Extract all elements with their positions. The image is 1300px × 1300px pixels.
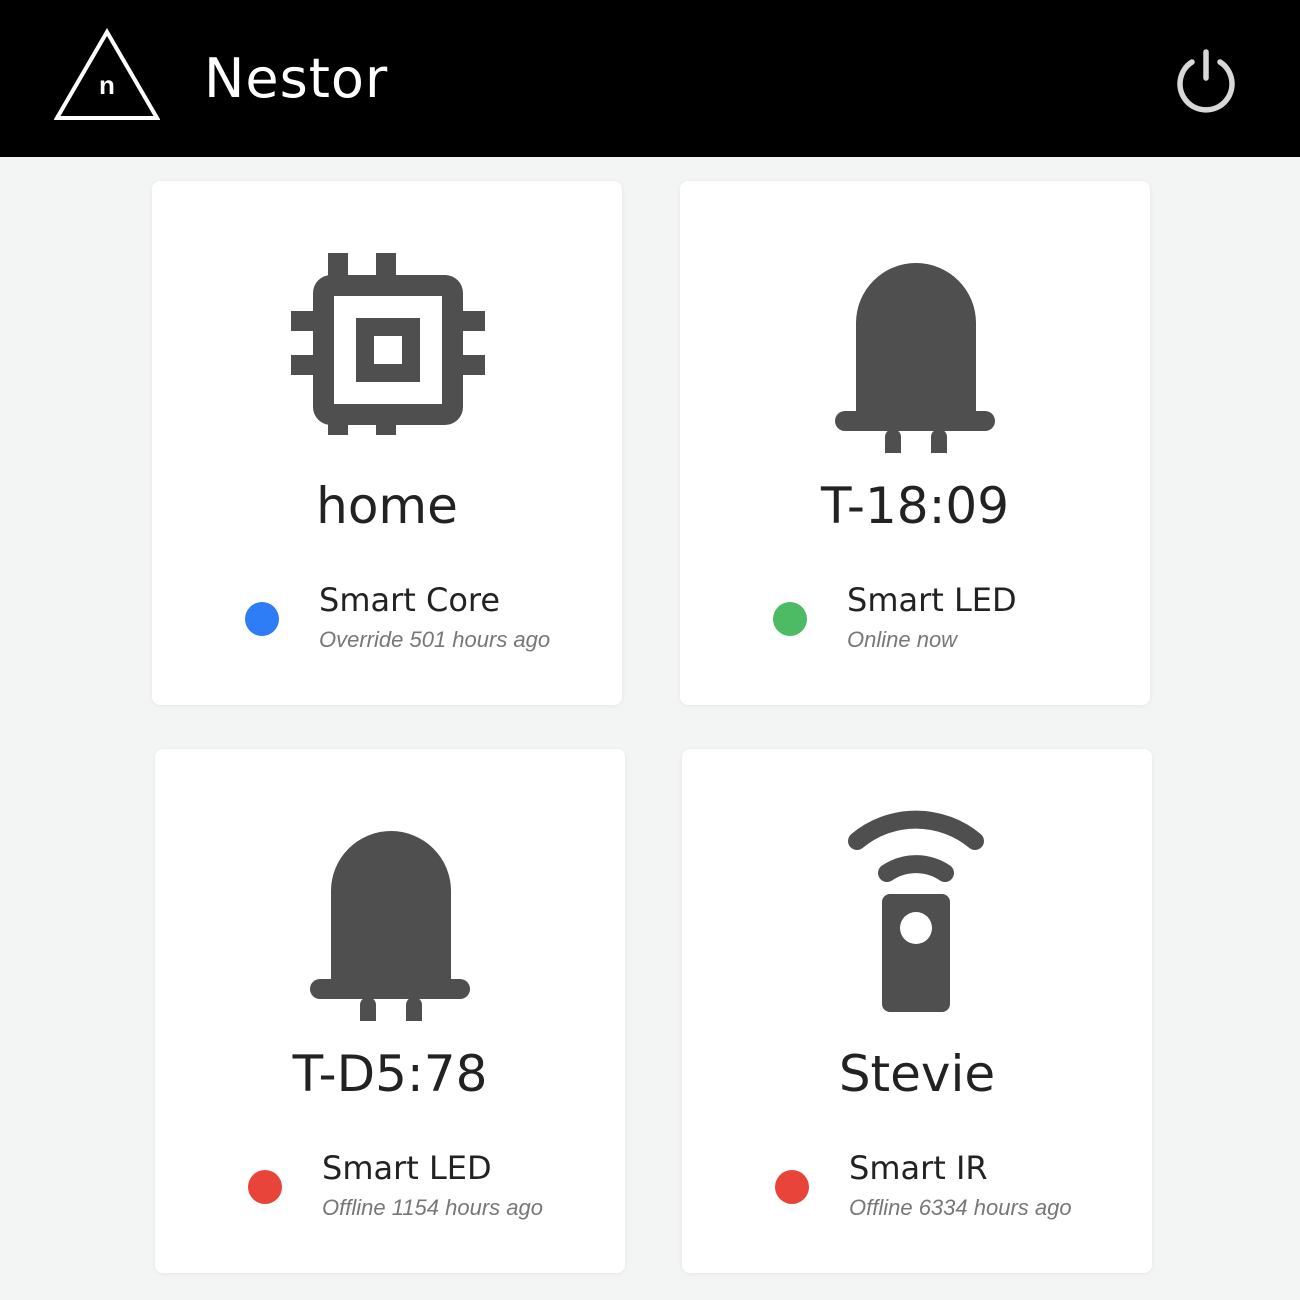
- device-name: home: [316, 477, 458, 535]
- status-dot: [773, 602, 807, 636]
- device-type: Smart LED: [322, 1149, 492, 1187]
- triangle-logo-icon[interactable]: n: [54, 28, 160, 122]
- device-type: Smart LED: [847, 581, 1017, 619]
- logo-letter: n: [99, 70, 115, 100]
- device-name: T-D5:78: [292, 1045, 488, 1103]
- status-dot: [775, 1170, 809, 1204]
- ir-remote-icon: [848, 810, 984, 1012]
- status-dot: [245, 602, 279, 636]
- app-title: Nestor: [204, 47, 389, 110]
- chip-icon: [291, 253, 485, 435]
- device-name: T-18:09: [820, 477, 1010, 535]
- device-status: Offline 1154 hours ago: [322, 1195, 543, 1220]
- led-icon: [310, 831, 470, 1021]
- device-name: Stevie: [838, 1045, 996, 1103]
- device-status: Offline 6334 hours ago: [849, 1195, 1072, 1220]
- power-icon[interactable]: [1172, 46, 1240, 114]
- device-type: Smart Core: [319, 581, 501, 619]
- device-card-stevie[interactable]: Stevie Smart IR Offline 6334 hours ago: [682, 749, 1152, 1273]
- device-card-home[interactable]: home Smart Core Override 501 hours ago: [152, 181, 622, 705]
- app-header: n Nestor: [0, 0, 1300, 157]
- led-icon: [835, 263, 995, 453]
- status-dot: [248, 1170, 282, 1204]
- device-status: Override 501 hours ago: [319, 627, 551, 652]
- device-type: Smart IR: [849, 1149, 988, 1187]
- device-card-t-18-09[interactable]: T-18:09 Smart LED Online now: [680, 181, 1150, 705]
- device-status: Online now: [847, 627, 958, 652]
- device-card-t-d5-78[interactable]: T-D5:78 Smart LED Offline 1154 hours ago: [155, 749, 625, 1273]
